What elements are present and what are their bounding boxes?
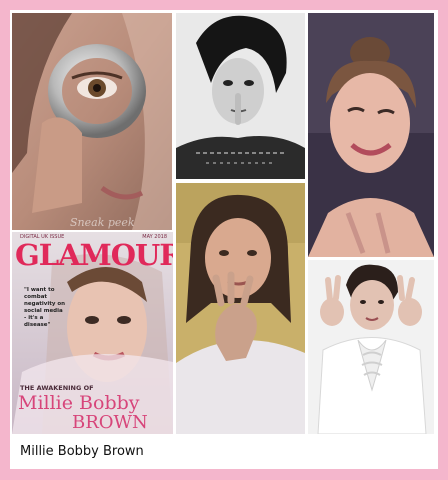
glamour-masthead: GLAMOUR bbox=[15, 238, 173, 272]
collage-caption: Millie Bobby Brown bbox=[10, 436, 434, 466]
caption-text: Millie Bobby Brown bbox=[20, 443, 144, 459]
photo-tile-ring[interactable]: Sneak peek bbox=[12, 13, 172, 230]
photo-ring-image bbox=[12, 13, 172, 230]
photo-ruffled-image bbox=[308, 260, 434, 434]
cover-subhead: THE AWAKENING OF bbox=[20, 384, 94, 392]
photo-tile-bw-portrait[interactable] bbox=[176, 13, 305, 179]
photo-tile-smile[interactable] bbox=[308, 13, 434, 257]
cover-name-line-1: Millie Bobby bbox=[18, 392, 140, 414]
watermark-text: Sneak peek bbox=[70, 216, 135, 229]
photo-selfie-image bbox=[176, 183, 305, 434]
photo-smile-image bbox=[308, 13, 434, 257]
photo-tile-ruffled-shirt[interactable] bbox=[308, 260, 434, 434]
cover-quote: "I want to combat negativity on social m… bbox=[24, 287, 66, 328]
photo-tile-selfie[interactable] bbox=[176, 183, 305, 434]
magazine-cover-tile[interactable]: DIGITAL UK ISSUE MAY 2018 GLAMOUR "I wan… bbox=[12, 232, 173, 434]
photo-bw-image bbox=[176, 13, 305, 179]
cover-name-line-2: BROWN bbox=[72, 412, 148, 433]
